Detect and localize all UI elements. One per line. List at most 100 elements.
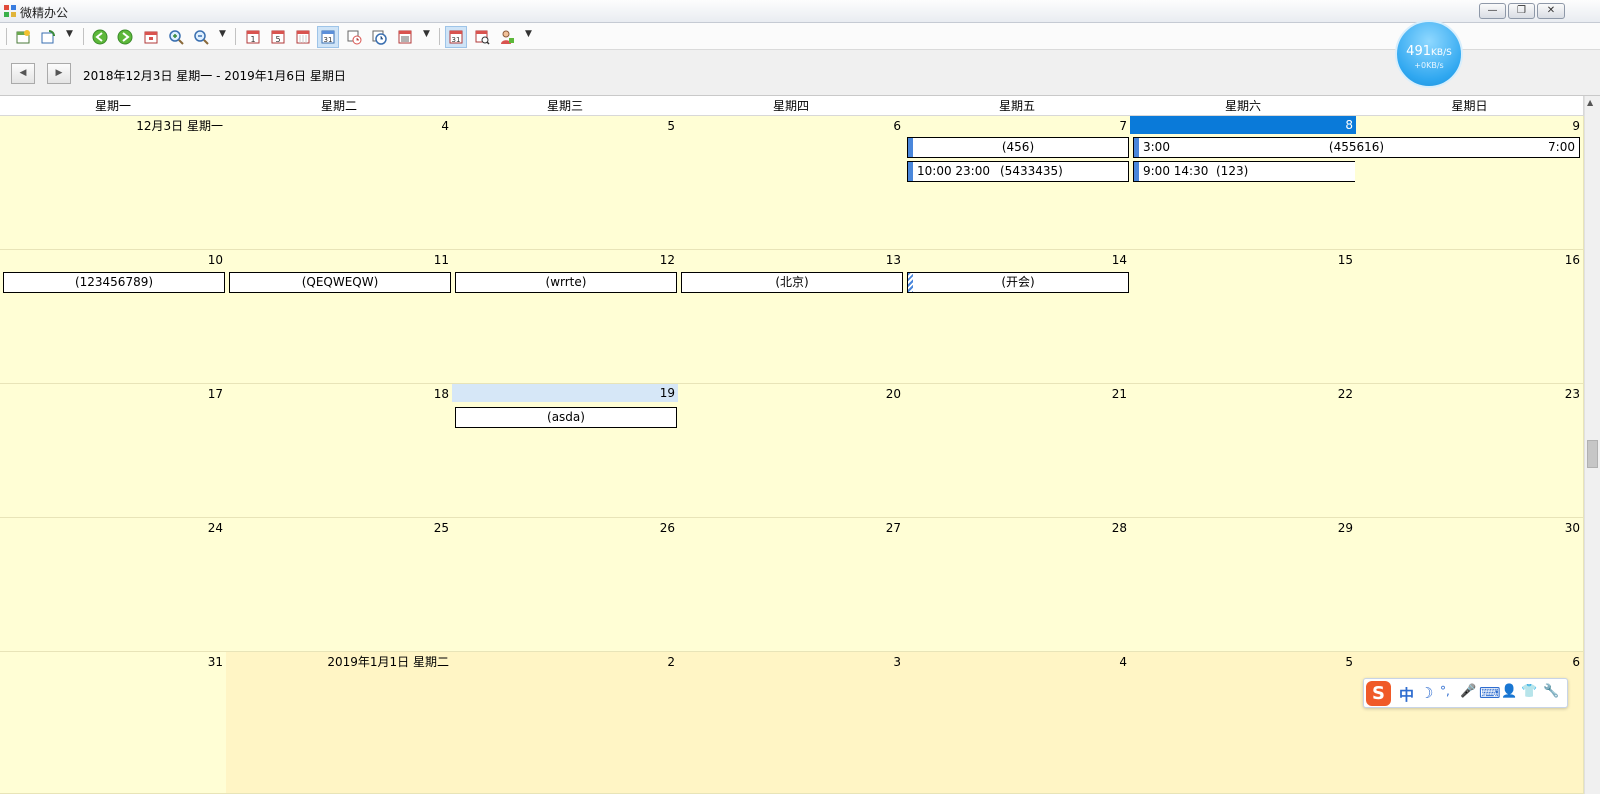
day-cell[interactable]: 10 <box>0 250 227 384</box>
appointment-title: (QEQWEQW) <box>301 275 379 289</box>
appointment[interactable]: 9:00 14:30 (123) <box>1133 161 1355 182</box>
navigate-forward-button[interactable] <box>114 26 136 48</box>
network-speed-widget[interactable]: 491KB/S +0KB/s <box>1395 20 1463 88</box>
appointment[interactable]: (456) <box>907 137 1129 158</box>
day-cell[interactable]: 29 <box>1130 518 1357 652</box>
day-cell-next-month[interactable]: 2 <box>452 652 679 794</box>
tools-wrench-icon[interactable]: 🔧 <box>1543 684 1559 699</box>
day-cell[interactable]: 12 <box>452 250 679 384</box>
chevron-down-icon[interactable]: ▼ <box>219 29 226 39</box>
chevron-down-icon[interactable]: ▼ <box>525 29 532 39</box>
day-cell-today[interactable]: 19 <box>452 384 679 518</box>
scrollbar-thumb[interactable] <box>1587 440 1598 468</box>
day-cell[interactable]: 6 <box>678 116 905 250</box>
language-mode-icon[interactable]: 中 <box>1399 684 1414 705</box>
day-cell[interactable]: 14 <box>904 250 1131 384</box>
weekday-header: 星期一 <box>0 96 227 116</box>
agenda-view-button[interactable] <box>394 26 416 48</box>
day-cell[interactable]: 30 <box>1356 518 1584 652</box>
window-title: 微精办公 <box>20 6 69 20</box>
appointment[interactable]: (北京) <box>681 272 903 293</box>
appointment[interactable]: (开会) <box>907 272 1129 293</box>
clock-button[interactable] <box>368 26 390 48</box>
skin-shirt-icon[interactable]: 👕 <box>1521 684 1537 699</box>
day-number: 16 <box>1564 253 1580 267</box>
appointment-title: (455616) <box>1328 140 1385 154</box>
day-number: 26 <box>659 521 675 535</box>
resources-button[interactable] <box>496 26 518 48</box>
day-number: 2019年1月1日 星期二 <box>327 655 449 669</box>
day-number: 21 <box>1111 387 1127 401</box>
day-cell[interactable]: 11 <box>226 250 453 384</box>
day-cell[interactable]: 24 <box>0 518 227 652</box>
appointment[interactable]: (asda) <box>455 407 677 428</box>
calendar-button[interactable]: 31 <box>445 26 467 48</box>
day-cell[interactable]: 31 <box>0 652 227 794</box>
day-cell[interactable]: 20 <box>678 384 905 518</box>
chevron-down-icon[interactable]: ▼ <box>66 29 73 39</box>
punctuation-icon[interactable]: °, <box>1440 684 1450 698</box>
day-cell[interactable]: 15 <box>1130 250 1357 384</box>
appointment[interactable]: 10:00 23:00 (5433435) <box>907 161 1129 182</box>
restore-button[interactable]: ❐ <box>1508 3 1535 19</box>
timeline-view-button[interactable] <box>343 26 365 48</box>
day-cell[interactable]: 16 <box>1356 250 1584 384</box>
zoom-in-button[interactable] <box>165 26 187 48</box>
day-cell-next-month[interactable]: 6 <box>1356 652 1584 794</box>
appointment[interactable]: (wrrte) <box>455 272 677 293</box>
appointment-title: (北京) <box>775 275 809 289</box>
toolbar: ▼ ▼ 1 5 31 ▼ 31 ▼ <box>0 23 1600 50</box>
work-week-view-button[interactable]: 5 <box>267 26 289 48</box>
day-cell[interactable]: 21 <box>904 384 1131 518</box>
weekday-header: 星期四 <box>678 96 905 116</box>
appointment[interactable]: (QEQWEQW) <box>229 272 451 293</box>
day-number: 7 <box>1119 119 1127 133</box>
svg-text:31: 31 <box>452 36 461 44</box>
day-cell[interactable]: 12月3日 星期一 <box>0 116 227 250</box>
day-number: 4 <box>441 119 449 133</box>
weekday-header: 星期六 <box>1130 96 1357 116</box>
go-today-button[interactable] <box>140 26 162 48</box>
day-cell[interactable]: 4 <box>226 116 453 250</box>
prev-period-button[interactable]: ◀ <box>11 63 35 84</box>
zoom-out-button[interactable] <box>190 26 212 48</box>
week-view-button[interactable] <box>292 26 314 48</box>
microphone-icon[interactable]: 🎤 <box>1460 684 1476 699</box>
day-cell[interactable]: 25 <box>226 518 453 652</box>
day-cell[interactable]: 28 <box>904 518 1131 652</box>
appointment[interactable]: (123456789) <box>3 272 225 293</box>
keyboard-icon[interactable]: ⌨ <box>1479 684 1501 702</box>
user-icon[interactable]: 👤 <box>1501 684 1517 699</box>
day-cell-next-month[interactable]: 3 <box>678 652 905 794</box>
day-cell[interactable]: 18 <box>226 384 453 518</box>
chevron-down-icon[interactable]: ▼ <box>423 29 430 39</box>
back-arrow-icon <box>92 29 108 45</box>
scroll-up-icon[interactable]: ▲ <box>1587 98 1593 107</box>
navigate-back-button[interactable] <box>89 26 111 48</box>
close-button[interactable]: ✕ <box>1537 3 1565 19</box>
day-cell[interactable]: 17 <box>0 384 227 518</box>
next-period-button[interactable]: ▶ <box>47 63 71 84</box>
day-cell[interactable]: 5 <box>452 116 679 250</box>
sogou-logo-icon[interactable]: S <box>1366 681 1391 706</box>
svg-text:1: 1 <box>250 35 255 44</box>
appointment[interactable]: 3:00 (455616) 7:00 <box>1133 137 1580 158</box>
day-cell-next-month[interactable]: 2019年1月1日 星期二 <box>226 652 453 794</box>
recurrence-button[interactable] <box>37 26 59 48</box>
day-number: 6 <box>1572 655 1580 669</box>
month-view-button[interactable]: 31 <box>317 26 339 48</box>
day-cell[interactable]: 23 <box>1356 384 1584 518</box>
minimize-button[interactable]: — <box>1479 3 1506 19</box>
moon-icon[interactable]: ☽ <box>1420 684 1433 702</box>
day-cell[interactable]: 22 <box>1130 384 1357 518</box>
day-cell-next-month[interactable]: 4 <box>904 652 1131 794</box>
new-appointment-button[interactable] <box>12 26 34 48</box>
svg-text:5: 5 <box>275 35 280 44</box>
day-cell-next-month[interactable]: 5 <box>1130 652 1357 794</box>
agenda-icon <box>398 30 412 44</box>
day-cell[interactable]: 27 <box>678 518 905 652</box>
day-cell[interactable]: 26 <box>452 518 679 652</box>
calendar-search-button[interactable] <box>471 26 493 48</box>
day-cell[interactable]: 13 <box>678 250 905 384</box>
day-view-button[interactable]: 1 <box>242 26 264 48</box>
